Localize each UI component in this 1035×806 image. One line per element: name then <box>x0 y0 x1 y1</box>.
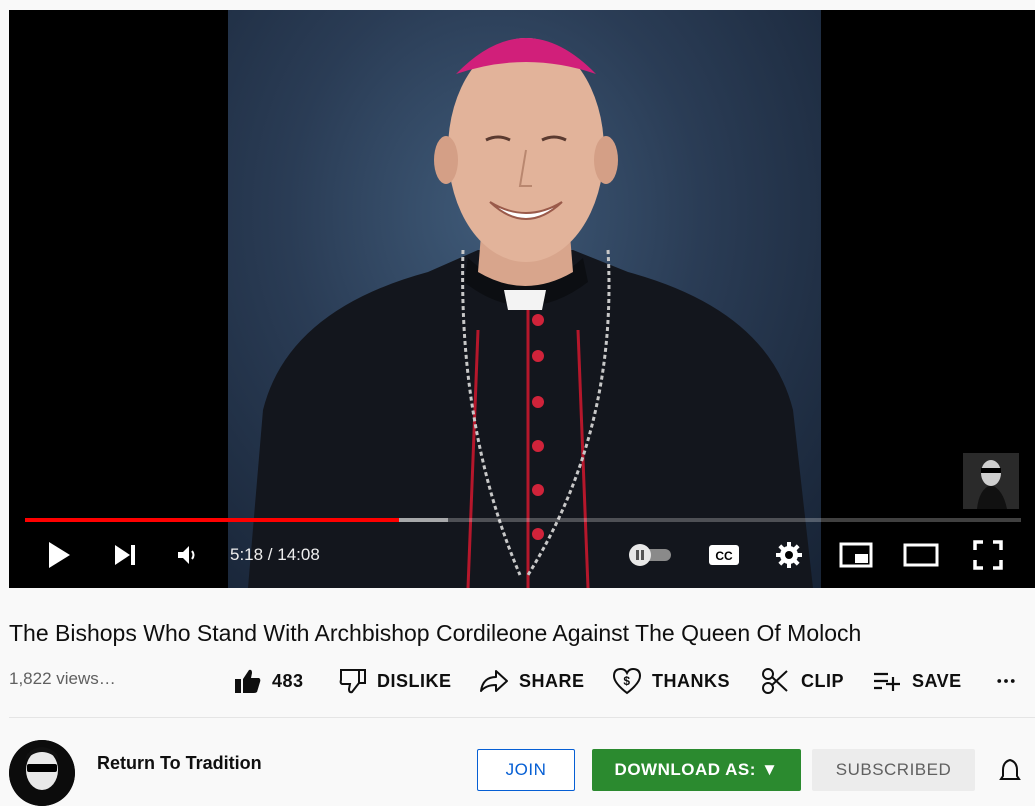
download-as-button[interactable]: DOWNLOAD AS: ▼ <box>592 749 801 791</box>
channel-avatar[interactable] <box>9 740 75 806</box>
fullscreen-icon <box>973 540 1003 570</box>
more-actions-button[interactable] <box>997 664 1025 698</box>
clip-button[interactable]: CLIP <box>761 664 844 698</box>
join-button[interactable]: JOIN <box>477 749 575 791</box>
thanks-label: THANKS <box>652 670 730 691</box>
autoplay-toggle-icon <box>629 544 671 566</box>
mute-button[interactable] <box>169 537 205 573</box>
channel-logo-icon <box>9 740 75 806</box>
progress-bar[interactable] <box>25 518 1021 522</box>
play-icon <box>49 542 70 568</box>
heart-dollar-icon: $ <box>612 667 642 695</box>
scissors-icon <box>762 668 788 694</box>
theater-mode-button[interactable] <box>902 537 940 573</box>
next-icon <box>115 545 135 565</box>
settings-icon <box>776 542 802 568</box>
miniplayer-button[interactable] <box>837 537 875 573</box>
playlist-add-icon <box>874 672 900 691</box>
thanks-button[interactable]: $ THANKS <box>612 664 730 698</box>
video-player[interactable]: 5:18 / 14:08 CC <box>9 10 1035 588</box>
video-title: The Bishops Who Stand With Archbishop Co… <box>9 620 862 646</box>
notification-bell-button[interactable] <box>998 756 1022 786</box>
channel-watermark[interactable] <box>963 453 1019 509</box>
share-icon <box>480 670 508 692</box>
clip-label: CLIP <box>801 670 845 691</box>
view-count[interactable]: 1,822 views… <box>9 667 116 691</box>
settings-button[interactable] <box>771 537 807 573</box>
thumbs-down-icon <box>339 669 366 694</box>
captions-button[interactable]: CC <box>703 537 745 573</box>
video-frame[interactable] <box>228 10 821 588</box>
svg-text:CC: CC <box>715 549 733 563</box>
channel-name[interactable]: Return To Tradition <box>97 751 262 775</box>
video-thumbnail-illustration <box>248 38 813 588</box>
cc-icon: CC <box>709 545 739 565</box>
share-button[interactable]: SHARE <box>479 664 585 698</box>
more-horizontal-icon <box>997 679 1015 683</box>
fullscreen-button[interactable] <box>969 537 1007 573</box>
like-button[interactable]: 483 <box>234 664 304 698</box>
save-button[interactable]: SAVE <box>872 664 962 698</box>
save-label: SAVE <box>912 670 962 691</box>
next-button[interactable] <box>107 537 143 573</box>
miniplayer-icon <box>839 542 873 568</box>
divider <box>9 717 1035 718</box>
dislike-label: DISLIKE <box>377 670 452 691</box>
subscribed-button[interactable]: SUBSCRIBED <box>812 749 975 791</box>
thumbs-up-icon <box>235 669 261 693</box>
watermark-logo-icon <box>963 453 1019 509</box>
theater-icon <box>903 543 939 567</box>
play-button[interactable] <box>41 537 77 573</box>
svg-text:$: $ <box>623 674 630 688</box>
dislike-button[interactable]: DISLIKE <box>339 664 452 698</box>
like-count: 483 <box>272 670 304 691</box>
bell-icon <box>999 758 1021 780</box>
progress-played <box>25 518 400 522</box>
time-display: 5:18 / 14:08 <box>230 545 320 564</box>
volume-icon <box>178 546 195 564</box>
share-label: SHARE <box>519 670 585 691</box>
autoplay-toggle[interactable] <box>626 541 676 569</box>
